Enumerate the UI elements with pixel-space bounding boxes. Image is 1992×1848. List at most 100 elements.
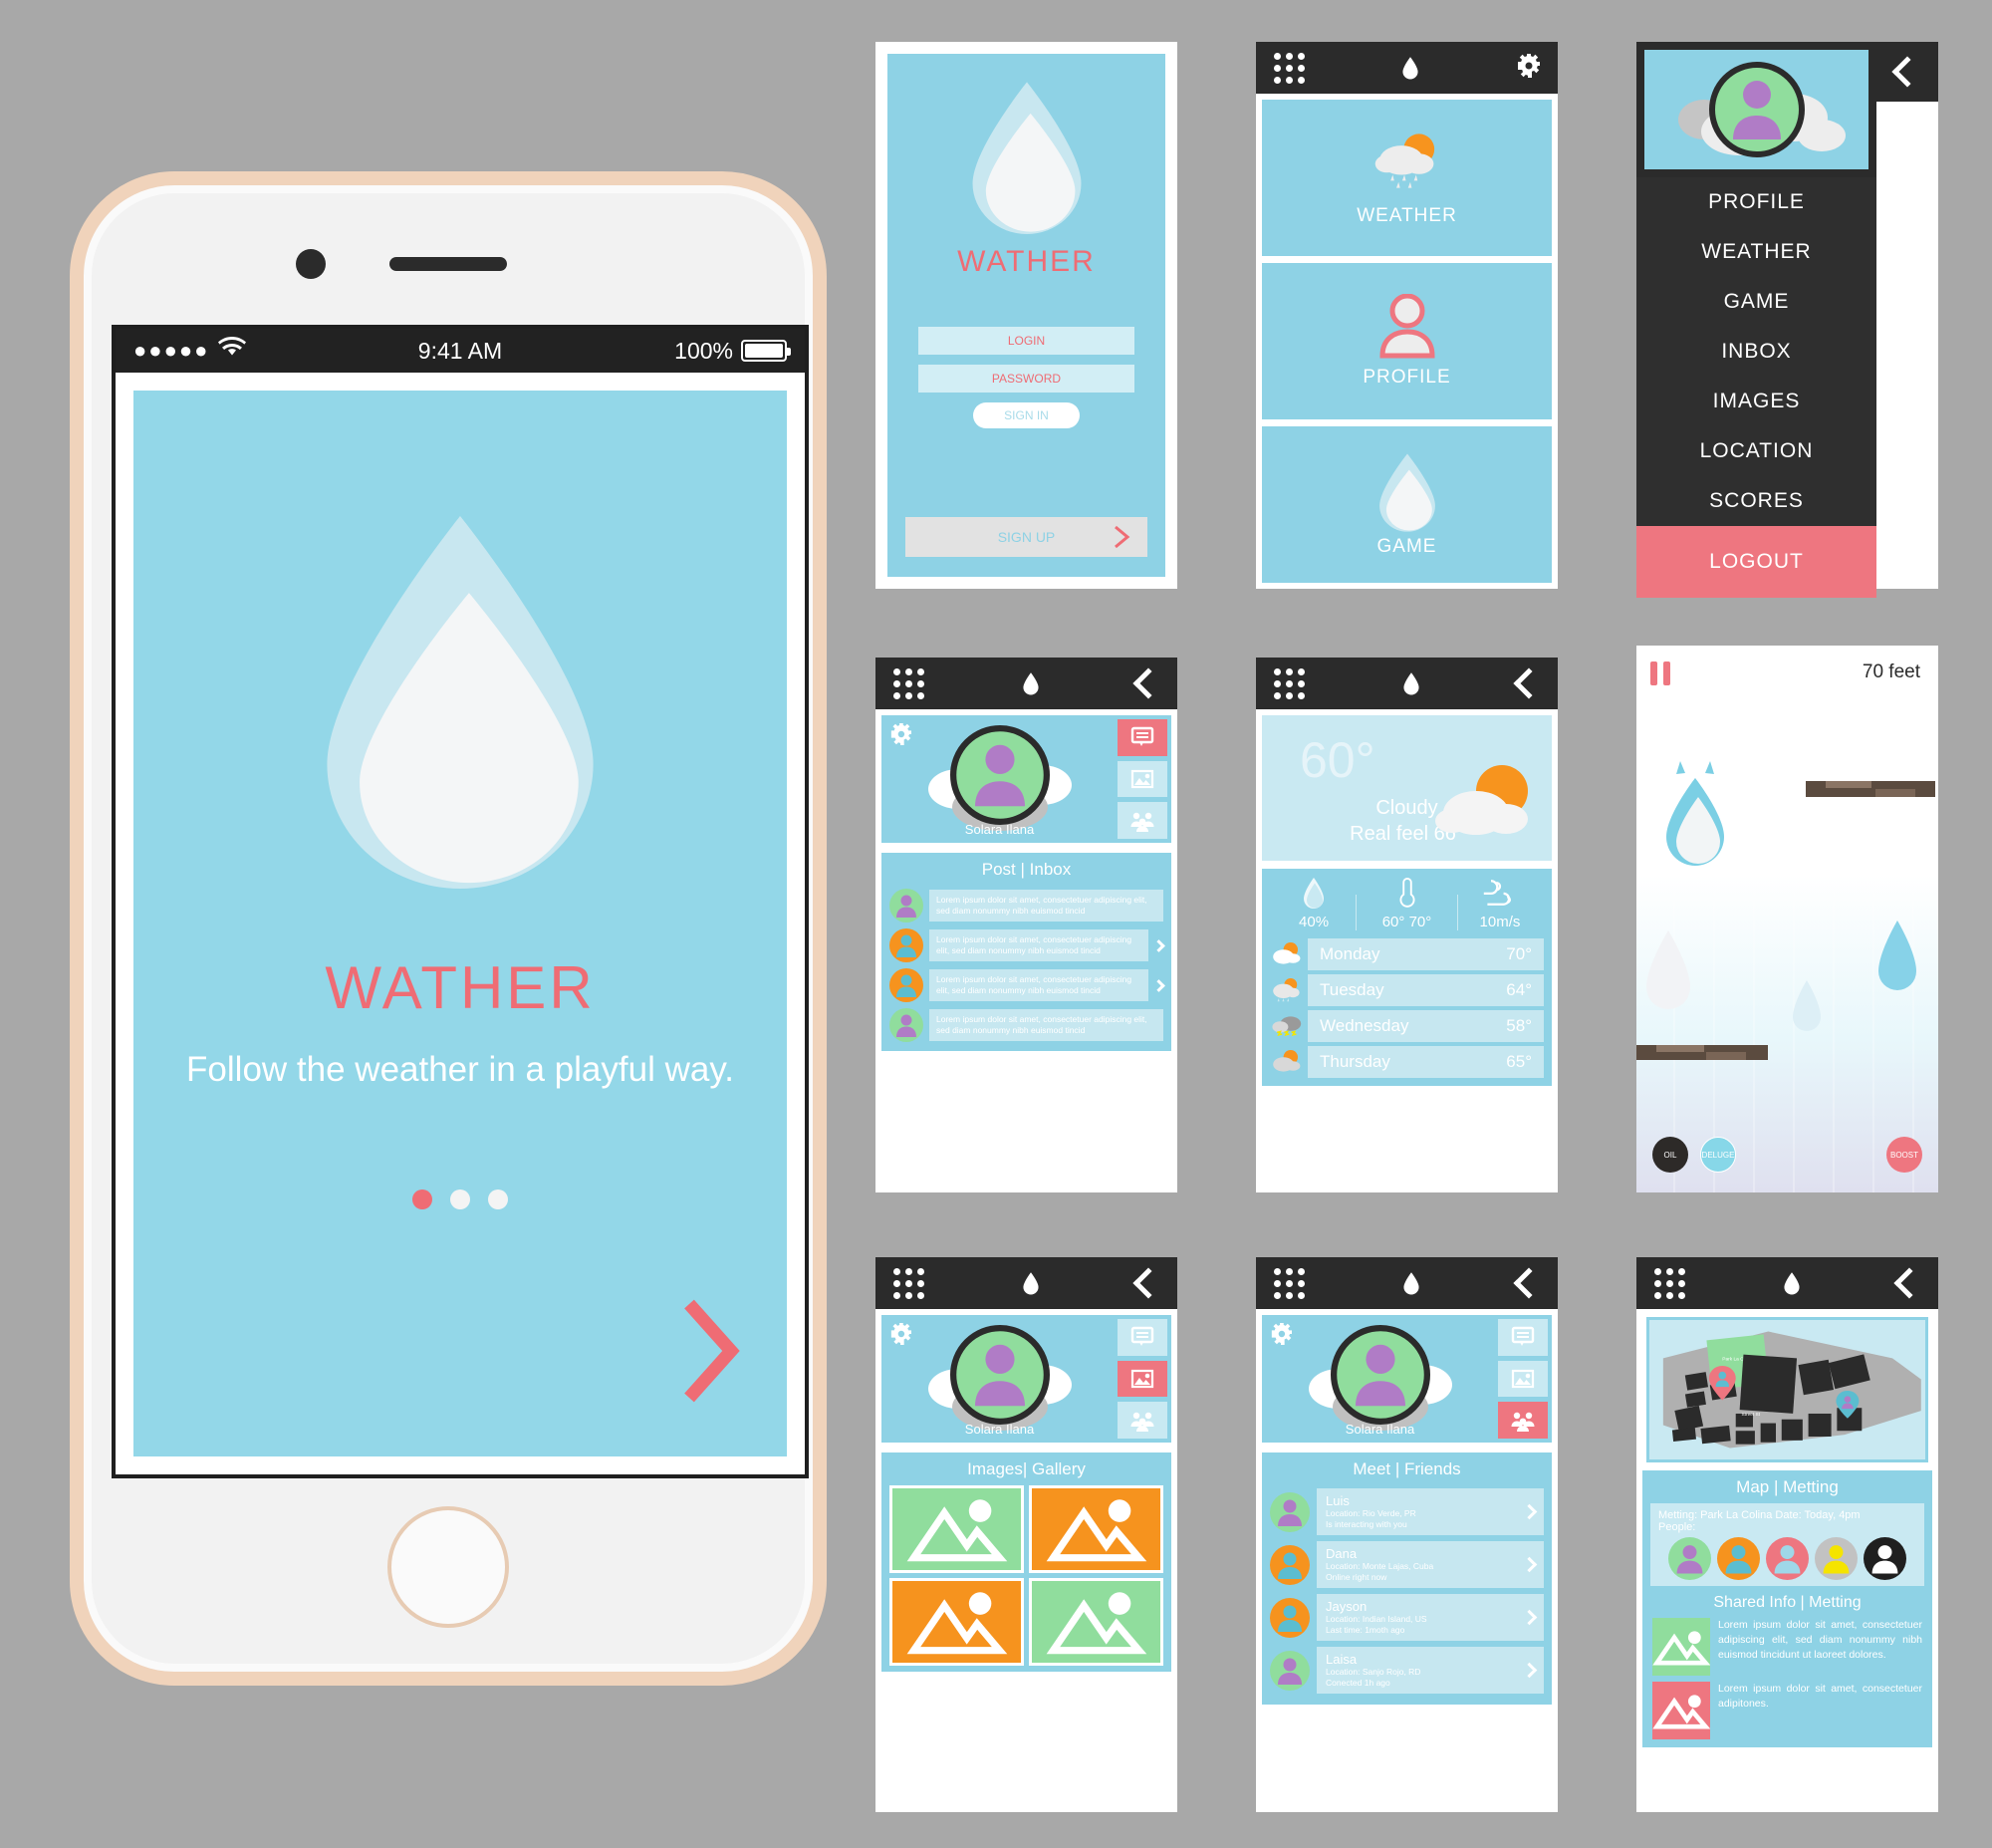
gallery-tile[interactable]	[1029, 1578, 1163, 1666]
login-input[interactable]: LOGIN	[917, 327, 1135, 355]
grid-menu-icon[interactable]	[893, 1267, 924, 1299]
image-icon-button[interactable]	[1118, 1360, 1167, 1398]
message-icon-button[interactable]	[1118, 1319, 1167, 1356]
password-input[interactable]: PASSWORD	[917, 365, 1135, 393]
drawer-item-weather[interactable]: WEATHER	[1636, 227, 1876, 277]
home-button[interactable]	[387, 1506, 509, 1628]
gallery-tile[interactable]	[889, 1485, 1024, 1573]
people-icon-button[interactable]	[1498, 1402, 1548, 1440]
top-bar	[1256, 42, 1558, 94]
water-drop-icon	[1378, 453, 1435, 532]
next-arrow-icon[interactable]	[681, 1296, 741, 1411]
metric-value: 10m/s	[1479, 914, 1521, 930]
drawer-item-profile[interactable]: PROFILE	[1636, 177, 1876, 227]
logout-button[interactable]: LOGOUT	[1636, 526, 1876, 598]
chevron-right-icon	[1521, 1663, 1538, 1679]
drawer-item-scores[interactable]: SCORES	[1636, 476, 1876, 526]
boost-button[interactable]: BOOST	[1886, 1137, 1922, 1173]
friend-row[interactable]: Dana Location: Monte Lajas, Cuba Online …	[1262, 1538, 1552, 1591]
avatar	[1270, 1650, 1310, 1691]
thunder-cloud-icon	[1272, 1016, 1302, 1036]
gallery-tile[interactable]	[1029, 1485, 1163, 1573]
message-text: Lorem ipsum dolor sit amet, consectetuer…	[929, 928, 1148, 962]
message-row[interactable]: Lorem ipsum dolor sit amet, consectetuer…	[881, 965, 1171, 1005]
people-icon-button[interactable]	[1118, 1402, 1167, 1440]
grid-menu-icon[interactable]	[1274, 52, 1305, 84]
forecast-row[interactable]: Tuesday 64°	[1262, 972, 1552, 1008]
metric-temperature: 60° 70°	[1357, 877, 1457, 930]
grid-menu-icon[interactable]	[1654, 1267, 1685, 1299]
pager-dot-3[interactable]	[488, 1189, 508, 1209]
back-chevron-icon[interactable]	[1513, 667, 1545, 699]
attendee-avatar[interactable]	[1766, 1537, 1809, 1580]
drawer-item-inbox[interactable]: INBOX	[1636, 327, 1876, 377]
map-view[interactable]: Park La Colina Street St	[1646, 1317, 1928, 1462]
pager-dots[interactable]	[412, 1189, 508, 1209]
platform-bottom	[1636, 1045, 1768, 1060]
message-row[interactable]: Lorem ipsum dolor sit amet, consectetuer…	[881, 925, 1171, 965]
friend-location: Location: Monte Lajas, Cuba	[1326, 1561, 1434, 1572]
tile-game[interactable]: GAME	[1262, 426, 1552, 583]
pager-dot-1[interactable]	[412, 1189, 432, 1209]
back-chevron-icon[interactable]	[1513, 1267, 1545, 1299]
attendee-avatar[interactable]	[1864, 1537, 1906, 1580]
people-icon-button[interactable]	[1118, 802, 1167, 840]
drawer-item-game[interactable]: GAME	[1636, 277, 1876, 327]
image-icon-button[interactable]	[1498, 1360, 1548, 1398]
gear-icon[interactable]	[1516, 53, 1540, 83]
forecast-day: Monday	[1320, 944, 1380, 963]
message-text: Lorem ipsum dolor sit amet, consectetuer…	[929, 968, 1148, 1002]
forecast-row[interactable]: Monday 70°	[1262, 936, 1552, 972]
back-chevron-icon[interactable]	[1893, 1267, 1925, 1299]
deluge-button[interactable]: DELUGE	[1700, 1137, 1736, 1173]
friend-row[interactable]: Laisa Location: Sanjo Rojo, RD Conected …	[1262, 1644, 1552, 1697]
friend-name: Dana	[1326, 1546, 1358, 1562]
back-button[interactable]	[1876, 42, 1938, 102]
forecast-row[interactable]: Thursday 65°	[1262, 1044, 1552, 1080]
profile-header: Solara Ilana	[881, 1315, 1171, 1443]
game-screen: 70 feet OIL DELUGE BOOST	[1636, 646, 1938, 1192]
sun-cloud-rain-icon	[1374, 132, 1434, 188]
oil-button[interactable]: OIL	[1652, 1137, 1688, 1173]
player-drop-icon	[1666, 761, 1724, 866]
drawer-item-location[interactable]: LOCATION	[1636, 426, 1876, 476]
friend-name: Laisa	[1326, 1652, 1358, 1668]
friend-status: Online right now	[1326, 1572, 1387, 1583]
shared-item[interactable]: Lorem ipsum dolor sit amet, consectetuer…	[1642, 1682, 1932, 1739]
profile-name: Solara Ilana	[1345, 1422, 1415, 1437]
pager-dot-2[interactable]	[450, 1189, 470, 1209]
friend-status: Is interacting with you	[1326, 1519, 1407, 1530]
signup-button[interactable]: SIGN UP	[905, 517, 1147, 557]
grid-menu-icon[interactable]	[893, 667, 924, 699]
map-street-label: Street St	[1741, 1412, 1760, 1418]
shared-item[interactable]: Lorem ipsum dolor sit amet, consectetuer…	[1642, 1618, 1932, 1682]
forecast-row[interactable]: Wednesday 58°	[1262, 1008, 1552, 1044]
attendee-avatar[interactable]	[1668, 1537, 1711, 1580]
friend-row[interactable]: Jayson Location: Indian Island, US Last …	[1262, 1591, 1552, 1644]
friends-panel: Meet | Friends Luis Location: Rio Verde,…	[1262, 1452, 1552, 1706]
metric-value: 60° 70°	[1381, 914, 1432, 930]
water-drop-icon	[1402, 670, 1420, 696]
grid-menu-icon[interactable]	[1274, 1267, 1305, 1299]
message-row[interactable]: Lorem ipsum dolor sit amet, consectetuer…	[881, 1005, 1171, 1045]
back-chevron-icon[interactable]	[1132, 1267, 1164, 1299]
message-icon-button[interactable]	[1118, 719, 1167, 756]
friend-location: Location: Rio Verde, PR	[1326, 1508, 1416, 1518]
image-icon-button[interactable]	[1118, 760, 1167, 798]
attendee-avatar[interactable]	[1717, 1537, 1760, 1580]
signin-button[interactable]: SIGN IN	[972, 402, 1081, 428]
tile-profile[interactable]: PROFILE	[1262, 263, 1552, 419]
gallery-tile[interactable]	[889, 1578, 1024, 1666]
friend-row[interactable]: Luis Location: Rio Verde, PR Is interact…	[1262, 1485, 1552, 1538]
attendee-avatar[interactable]	[1815, 1537, 1858, 1580]
grid-menu-icon[interactable]	[1274, 667, 1305, 699]
drawer-item-images[interactable]: IMAGES	[1636, 377, 1876, 426]
forecast-temp: 58°	[1506, 1016, 1532, 1035]
message-icon-button[interactable]	[1498, 1319, 1548, 1356]
chevron-right-icon	[1521, 1556, 1538, 1573]
back-chevron-icon[interactable]	[1132, 667, 1164, 699]
message-row[interactable]: Lorem ipsum dolor sit amet, consectetuer…	[881, 886, 1171, 925]
friend-location: Location: Sanjo Rojo, RD	[1326, 1667, 1421, 1678]
current-weather-card: 60° Cloudy Real feel 66°	[1262, 715, 1552, 861]
tile-weather[interactable]: WEATHER	[1262, 100, 1552, 256]
